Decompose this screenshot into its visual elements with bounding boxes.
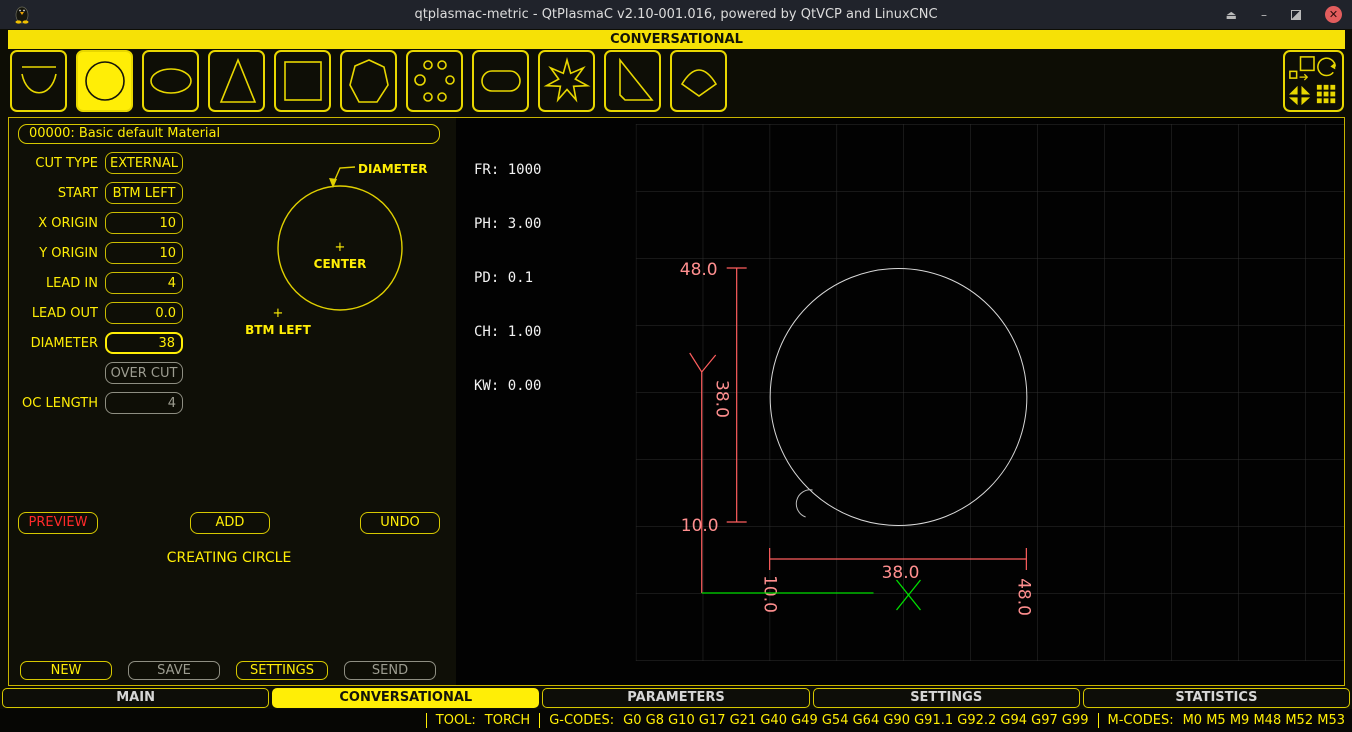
lead-in-field[interactable] [105, 272, 183, 294]
add-button[interactable]: ADD [190, 512, 270, 534]
gusset-icon [608, 54, 658, 108]
gcodes-value: G0 G8 G10 G17 G21 G40 G49 G54 G64 G90 G9… [623, 713, 1088, 728]
triangle-icon [212, 54, 262, 108]
mcodes-label: M-CODES: [1108, 713, 1174, 728]
mirror-icon[interactable] [1288, 86, 1309, 105]
shape-toolbar [0, 50, 1352, 113]
diagram-center-label: CENTER [314, 257, 367, 271]
dim-right: 48.0 [1013, 578, 1033, 616]
lead-out-label: LEAD OUT [9, 306, 98, 321]
diagram-arrowhead [329, 178, 337, 188]
cut-parameters-readout: FR: 1000 PH: 3.00 PD: 0.1 CH: 1.00 KW: 0… [474, 125, 541, 431]
slot-icon [476, 54, 526, 108]
star-icon [542, 54, 592, 108]
shape-polygon-button[interactable] [340, 50, 397, 112]
tab-parameters[interactable]: PARAMETERS [542, 688, 809, 708]
settings-button[interactable]: SETTINGS [236, 661, 328, 680]
over-cut-button[interactable]: OVER CUT [105, 362, 183, 384]
array-icon[interactable] [1316, 85, 1334, 103]
diagram-btm-left-marker: + [273, 306, 284, 321]
main-tabbar: MAIN CONVERSATIONAL PARAMETERS SETTINGS … [2, 688, 1350, 708]
shape-transform-group [1283, 50, 1344, 112]
x-origin-label: X ORIGIN [9, 216, 98, 231]
diagram-center-marker: + [335, 240, 346, 255]
bolt-circle-icon [410, 54, 460, 108]
minimize-icon[interactable]: – [1261, 9, 1267, 21]
creating-status-text: CREATING CIRCLE [69, 550, 389, 566]
tab-conversational[interactable]: CONVERSATIONAL [272, 688, 539, 708]
diagram-diameter-label: DIAMETER [358, 162, 427, 176]
shape-slot-button[interactable] [472, 50, 529, 112]
shape-triangle-button[interactable] [208, 50, 265, 112]
save-button[interactable]: SAVE [128, 661, 220, 680]
sector-icon [674, 54, 724, 108]
window-title: qtplasmac-metric - QtPlasmaC v2.10-001.0… [0, 7, 1352, 22]
diameter-field[interactable] [105, 332, 183, 354]
diameter-label: DIAMETER [9, 336, 98, 351]
tool-label: TOOL: [436, 713, 476, 728]
shape-circle-button[interactable] [76, 50, 133, 112]
qtplasmac-window: qtplasmac-metric - QtPlasmaC v2.10-001.0… [0, 0, 1352, 732]
circle-icon [80, 54, 130, 108]
titlebar: qtplasmac-metric - QtPlasmaC v2.10-001.0… [0, 0, 1352, 29]
tab-main[interactable]: MAIN [2, 688, 269, 708]
status-divider [539, 713, 540, 728]
shape-star-button[interactable] [538, 50, 595, 112]
dim-width: 38.0 [882, 563, 920, 583]
start-label: START [9, 186, 98, 201]
shade-icon[interactable]: ⏏ [1226, 9, 1237, 21]
tool-value: TORCH [485, 713, 530, 728]
tab-settings[interactable]: SETTINGS [813, 688, 1080, 708]
ellipse-icon [146, 54, 196, 108]
dim-top: 48.0 [680, 260, 718, 280]
cut-type-label: CUT TYPE [9, 156, 98, 171]
gcodes-label: G-CODES: [549, 713, 614, 728]
oc-length-label: OC LENGTH [9, 396, 98, 411]
status-divider [426, 713, 427, 728]
undo-button[interactable]: UNDO [360, 512, 440, 534]
dim-height: 38.0 [712, 380, 732, 418]
mcodes-value: M0 M5 M9 M48 M52 M53 [1183, 713, 1345, 728]
shape-line-button[interactable] [10, 50, 67, 112]
rotate-icon[interactable] [1317, 58, 1334, 75]
material-select[interactable]: 00000: Basic default Material [18, 124, 440, 144]
polygon-icon [344, 54, 394, 108]
oc-length-field[interactable] [105, 392, 183, 414]
conversational-panel: 00000: Basic default Material CUT TYPE E… [8, 117, 1345, 686]
dim-bottom: 10.0 [681, 516, 719, 536]
preview-button[interactable]: PREVIEW [18, 512, 98, 534]
preview-viewport[interactable]: FR: 1000 PH: 3.00 PD: 0.1 CH: 1.00 KW: 0… [456, 118, 1344, 685]
preview-grid [636, 124, 1344, 661]
start-button[interactable]: BTM LEFT [105, 182, 183, 204]
cut-type-button[interactable]: EXTERNAL [105, 152, 183, 174]
line-arc-icon [14, 54, 64, 108]
lead-in-label: LEAD IN [9, 276, 98, 291]
circle-form-panel: 00000: Basic default Material CUT TYPE E… [9, 118, 456, 685]
shape-bolt-circle-button[interactable] [406, 50, 463, 112]
dim-left: 10.0 [760, 575, 780, 613]
shape-sector-button[interactable] [670, 50, 727, 112]
shape-rectangle-button[interactable] [274, 50, 331, 112]
send-button[interactable]: SEND [344, 661, 436, 680]
shape-gusset-button[interactable] [604, 50, 661, 112]
y-origin-label: Y ORIGIN [9, 246, 98, 261]
scale-icon[interactable] [1289, 57, 1313, 80]
statusbar: TOOL: TORCH G-CODES: G0 G8 G10 G17 G21 G… [0, 709, 1352, 732]
x-origin-field[interactable] [105, 212, 183, 234]
rectangle-icon [278, 54, 328, 108]
tab-statistics[interactable]: STATISTICS [1083, 688, 1350, 708]
new-button[interactable]: NEW [20, 661, 112, 680]
conversational-banner: CONVERSATIONAL [8, 30, 1345, 49]
close-icon[interactable]: ✕ [1325, 6, 1342, 23]
diagram-btm-left-label: BTM LEFT [245, 323, 311, 337]
status-divider [1098, 713, 1099, 728]
preview-plot: 48.0 10.0 38.0 38.0 10.0 48.0 [456, 118, 1344, 685]
shape-ellipse-button[interactable] [142, 50, 199, 112]
linuxcnc-penguin-icon [14, 5, 30, 24]
lead-out-field[interactable] [105, 302, 183, 324]
restore-icon[interactable] [1291, 10, 1301, 20]
y-origin-field[interactable] [105, 242, 183, 264]
